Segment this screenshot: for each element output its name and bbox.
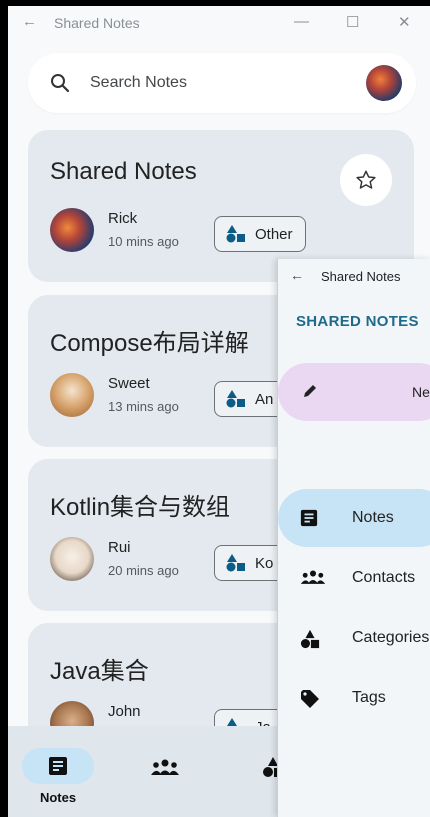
- category-label: Ko: [255, 554, 274, 572]
- drawer-title: SHARED NOTES: [296, 313, 419, 330]
- new-note-button[interactable]: Ne: [278, 363, 430, 421]
- contacts-icon: [151, 759, 179, 775]
- category-chip[interactable]: An: [214, 381, 287, 417]
- drawer-item-label: Notes: [352, 509, 394, 526]
- drawer-item-notes[interactable]: Notes: [278, 489, 430, 547]
- note-time: 13 mins ago: [108, 399, 179, 414]
- drawer-item-contacts[interactable]: Contacts: [278, 549, 430, 607]
- note-author: Rick: [108, 210, 138, 227]
- tag-icon: [301, 690, 319, 708]
- note-title: Java集合: [50, 658, 149, 685]
- close-button[interactable]: ✕: [398, 13, 411, 31]
- window-title: Shared Notes: [54, 15, 140, 31]
- avatar: [50, 537, 94, 581]
- category-icon: [226, 554, 245, 572]
- note-time: 20 mins ago: [108, 563, 179, 578]
- search-placeholder[interactable]: Search Notes: [90, 74, 187, 92]
- avatar: [50, 208, 94, 252]
- category-icon: [226, 390, 245, 408]
- note-time: 10 mins ago: [108, 234, 179, 249]
- drawer-item-label: Categories: [352, 629, 430, 646]
- new-note-label: Ne: [412, 384, 430, 400]
- note-title: Shared Notes: [50, 158, 197, 185]
- contacts-icon: [300, 570, 326, 584]
- maximize-button[interactable]: ☐: [346, 13, 359, 31]
- drawer-item-label: Contacts: [352, 569, 416, 586]
- drawer-item-categories[interactable]: Categories: [278, 609, 430, 667]
- search-icon: [50, 73, 70, 98]
- star-icon: [356, 170, 376, 189]
- note-author: John: [108, 703, 141, 720]
- nav-notes-button[interactable]: [22, 748, 94, 784]
- user-avatar[interactable]: [366, 65, 402, 101]
- notes-icon: [300, 509, 318, 527]
- nav-notes-label[interactable]: Notes: [22, 790, 94, 805]
- minimize-button[interactable]: —: [294, 13, 309, 30]
- category-label: An: [255, 390, 274, 408]
- drawer-title-bar: ← Shared Notes: [278, 259, 430, 293]
- pencil-icon: [304, 385, 316, 397]
- avatar: [50, 373, 94, 417]
- note-title: Kotlin集合与数组: [50, 494, 231, 521]
- drawer-item-label: Tags: [352, 689, 386, 706]
- navigation-drawer: ← Shared Notes SHARED NOTES Ne Notes Con…: [277, 259, 430, 817]
- category-icon: [226, 225, 245, 243]
- title-bar: ← Shared Notes — ☐ ✕: [8, 6, 430, 40]
- notes-icon: [49, 757, 67, 775]
- search-bar[interactable]: Search Notes: [28, 53, 416, 113]
- star-button[interactable]: [340, 154, 392, 206]
- categories-icon: [300, 629, 320, 649]
- category-chip[interactable]: Other: [214, 216, 306, 252]
- nav-contacts-button[interactable]: [150, 758, 180, 781]
- category-chip[interactable]: Ko: [214, 545, 287, 581]
- drawer-item-tags[interactable]: Tags: [278, 669, 430, 727]
- back-arrow-icon[interactable]: ←: [290, 267, 304, 283]
- drawer-window-title: Shared Notes: [321, 269, 401, 284]
- back-arrow-icon[interactable]: ←: [22, 13, 37, 30]
- category-label: Other: [255, 225, 293, 243]
- note-author: Sweet: [108, 375, 150, 392]
- note-author: Rui: [108, 539, 131, 556]
- note-title: Compose布局详解: [50, 330, 249, 357]
